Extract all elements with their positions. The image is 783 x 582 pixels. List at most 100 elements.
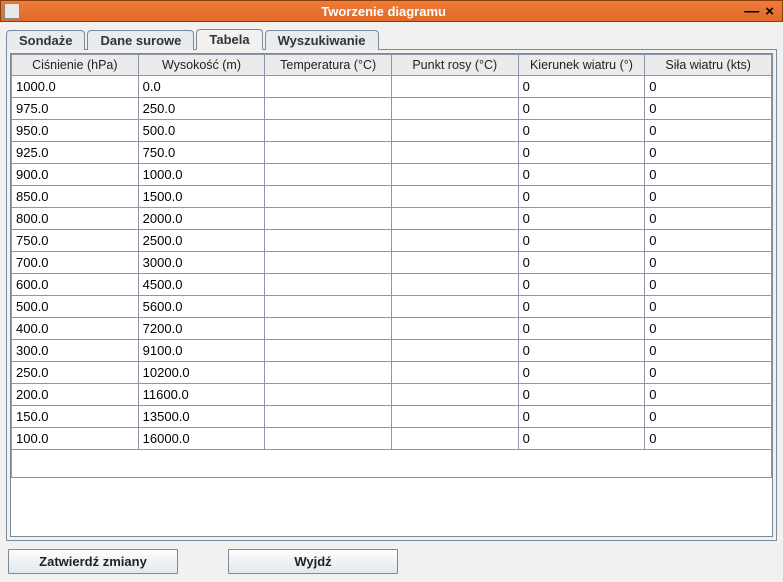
cell-temperature[interactable] <box>265 428 392 450</box>
close-button[interactable]: × <box>765 3 774 20</box>
cell-winddir[interactable]: 0 <box>518 142 645 164</box>
cell-winddir[interactable]: 0 <box>518 98 645 120</box>
cell-dewpoint[interactable] <box>391 142 518 164</box>
cell-dewpoint[interactable] <box>391 186 518 208</box>
cell-windspeed[interactable]: 0 <box>645 98 772 120</box>
col-temperature[interactable]: Temperatura (°C) <box>265 55 392 76</box>
cell-height[interactable]: 10200.0 <box>138 362 265 384</box>
cell-height[interactable]: 5600.0 <box>138 296 265 318</box>
cell-temperature[interactable] <box>265 186 392 208</box>
cell-winddir[interactable]: 0 <box>518 340 645 362</box>
cell-height[interactable]: 500.0 <box>138 120 265 142</box>
cell-winddir[interactable]: 0 <box>518 164 645 186</box>
cell-winddir[interactable]: 0 <box>518 384 645 406</box>
cell-windspeed[interactable]: 0 <box>645 252 772 274</box>
cell-dewpoint[interactable] <box>391 120 518 142</box>
cell-temperature[interactable] <box>265 208 392 230</box>
cell-winddir[interactable]: 0 <box>518 120 645 142</box>
cell-temperature[interactable] <box>265 384 392 406</box>
cell-pressure[interactable]: 850.0 <box>12 186 139 208</box>
tab-wyszukiwanie[interactable]: Wyszukiwanie <box>265 30 379 50</box>
cell-pressure[interactable]: 250.0 <box>12 362 139 384</box>
cell-pressure[interactable]: 200.0 <box>12 384 139 406</box>
cell-pressure[interactable]: 800.0 <box>12 208 139 230</box>
cell-temperature[interactable] <box>265 142 392 164</box>
cell-windspeed[interactable]: 0 <box>645 208 772 230</box>
cell-temperature[interactable] <box>265 164 392 186</box>
cell-windspeed[interactable]: 0 <box>645 296 772 318</box>
cell-dewpoint[interactable] <box>391 274 518 296</box>
cell-dewpoint[interactable] <box>391 296 518 318</box>
cell-winddir[interactable]: 0 <box>518 296 645 318</box>
cell-height[interactable]: 750.0 <box>138 142 265 164</box>
cell-winddir[interactable]: 0 <box>518 274 645 296</box>
cell-dewpoint[interactable] <box>391 428 518 450</box>
cell-temperature[interactable] <box>265 120 392 142</box>
cell-windspeed[interactable]: 0 <box>645 76 772 98</box>
cell-dewpoint[interactable] <box>391 406 518 428</box>
cell-dewpoint[interactable] <box>391 98 518 120</box>
cell-windspeed[interactable]: 0 <box>645 274 772 296</box>
cell-winddir[interactable]: 0 <box>518 186 645 208</box>
cell-pressure[interactable]: 950.0 <box>12 120 139 142</box>
cell-pressure[interactable]: 1000.0 <box>12 76 139 98</box>
cell-temperature[interactable] <box>265 362 392 384</box>
apply-button[interactable]: Zatwierdź zmiany <box>8 549 178 574</box>
cell-height[interactable]: 16000.0 <box>138 428 265 450</box>
cell-dewpoint[interactable] <box>391 252 518 274</box>
tab-sondaze[interactable]: Sondaże <box>6 30 85 50</box>
cell-temperature[interactable] <box>265 406 392 428</box>
col-windspeed[interactable]: Siła wiatru (kts) <box>645 55 772 76</box>
cell-winddir[interactable]: 0 <box>518 318 645 340</box>
cell-windspeed[interactable]: 0 <box>645 230 772 252</box>
cell-pressure[interactable]: 600.0 <box>12 274 139 296</box>
cell-dewpoint[interactable] <box>391 384 518 406</box>
minimize-button[interactable]: — <box>744 3 759 20</box>
cell-height[interactable]: 2500.0 <box>138 230 265 252</box>
exit-button[interactable]: Wyjdź <box>228 549 398 574</box>
cell-height[interactable]: 9100.0 <box>138 340 265 362</box>
cell-height[interactable]: 1000.0 <box>138 164 265 186</box>
cell-pressure[interactable]: 925.0 <box>12 142 139 164</box>
cell-windspeed[interactable]: 0 <box>645 362 772 384</box>
cell-pressure[interactable]: 500.0 <box>12 296 139 318</box>
col-winddir[interactable]: Kierunek wiatru (°) <box>518 55 645 76</box>
tab-dane-surowe[interactable]: Dane surowe <box>87 30 194 50</box>
cell-windspeed[interactable]: 0 <box>645 186 772 208</box>
cell-windspeed[interactable]: 0 <box>645 120 772 142</box>
cell-temperature[interactable] <box>265 318 392 340</box>
cell-winddir[interactable]: 0 <box>518 252 645 274</box>
cell-height[interactable]: 250.0 <box>138 98 265 120</box>
cell-winddir[interactable]: 0 <box>518 362 645 384</box>
cell-height[interactable]: 7200.0 <box>138 318 265 340</box>
cell-temperature[interactable] <box>265 340 392 362</box>
cell-pressure[interactable]: 750.0 <box>12 230 139 252</box>
cell-height[interactable]: 4500.0 <box>138 274 265 296</box>
cell-temperature[interactable] <box>265 230 392 252</box>
cell-pressure[interactable]: 975.0 <box>12 98 139 120</box>
cell-temperature[interactable] <box>265 296 392 318</box>
cell-dewpoint[interactable] <box>391 164 518 186</box>
cell-pressure[interactable]: 100.0 <box>12 428 139 450</box>
cell-height[interactable]: 13500.0 <box>138 406 265 428</box>
cell-height[interactable]: 1500.0 <box>138 186 265 208</box>
col-pressure[interactable]: Ciśnienie (hPa) <box>12 55 139 76</box>
cell-windspeed[interactable]: 0 <box>645 164 772 186</box>
cell-winddir[interactable]: 0 <box>518 208 645 230</box>
cell-height[interactable]: 11600.0 <box>138 384 265 406</box>
cell-dewpoint[interactable] <box>391 362 518 384</box>
cell-dewpoint[interactable] <box>391 208 518 230</box>
cell-winddir[interactable]: 0 <box>518 76 645 98</box>
cell-pressure[interactable]: 400.0 <box>12 318 139 340</box>
cell-winddir[interactable]: 0 <box>518 406 645 428</box>
cell-temperature[interactable] <box>265 76 392 98</box>
cell-pressure[interactable]: 150.0 <box>12 406 139 428</box>
cell-temperature[interactable] <box>265 274 392 296</box>
cell-dewpoint[interactable] <box>391 318 518 340</box>
col-height[interactable]: Wysokość (m) <box>138 55 265 76</box>
cell-temperature[interactable] <box>265 252 392 274</box>
cell-windspeed[interactable]: 0 <box>645 384 772 406</box>
col-dewpoint[interactable]: Punkt rosy (°C) <box>391 55 518 76</box>
tab-tabela[interactable]: Tabela <box>196 29 262 50</box>
cell-winddir[interactable]: 0 <box>518 230 645 252</box>
